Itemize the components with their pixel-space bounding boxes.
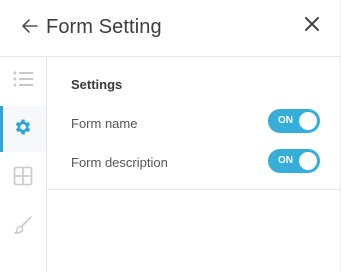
form-name-label: Form name [71, 116, 138, 131]
toggle-knob [299, 152, 317, 170]
page-title: Form Setting [46, 16, 162, 38]
section-title: Settings [71, 77, 123, 92]
list-icon [12, 69, 34, 94]
settings-content: Settings Form name ON Form description O… [47, 58, 341, 272]
sidebar-item-style[interactable] [0, 204, 46, 250]
toggle-state-text: ON [278, 155, 293, 166]
gear-icon [13, 117, 33, 142]
sidebar-item-layout[interactable] [0, 155, 46, 201]
form-setting-panel: Form Setting Settings Form name ON Form … [0, 0, 341, 272]
close-icon[interactable] [300, 12, 324, 36]
form-name-toggle[interactable]: ON [268, 109, 320, 133]
panel-header: Form Setting [0, 0, 341, 57]
section-divider [47, 189, 341, 190]
sidebar-item-fields[interactable] [0, 58, 46, 104]
grid-icon [13, 166, 33, 191]
brush-icon [13, 215, 33, 240]
sidebar-item-settings[interactable] [0, 106, 46, 152]
toggle-state-text: ON [278, 115, 293, 126]
arrow-left-icon[interactable] [18, 14, 42, 38]
settings-sidebar [0, 58, 47, 272]
form-description-toggle[interactable]: ON [268, 149, 320, 173]
form-description-label: Form description [71, 155, 168, 170]
toggle-knob [299, 112, 317, 130]
